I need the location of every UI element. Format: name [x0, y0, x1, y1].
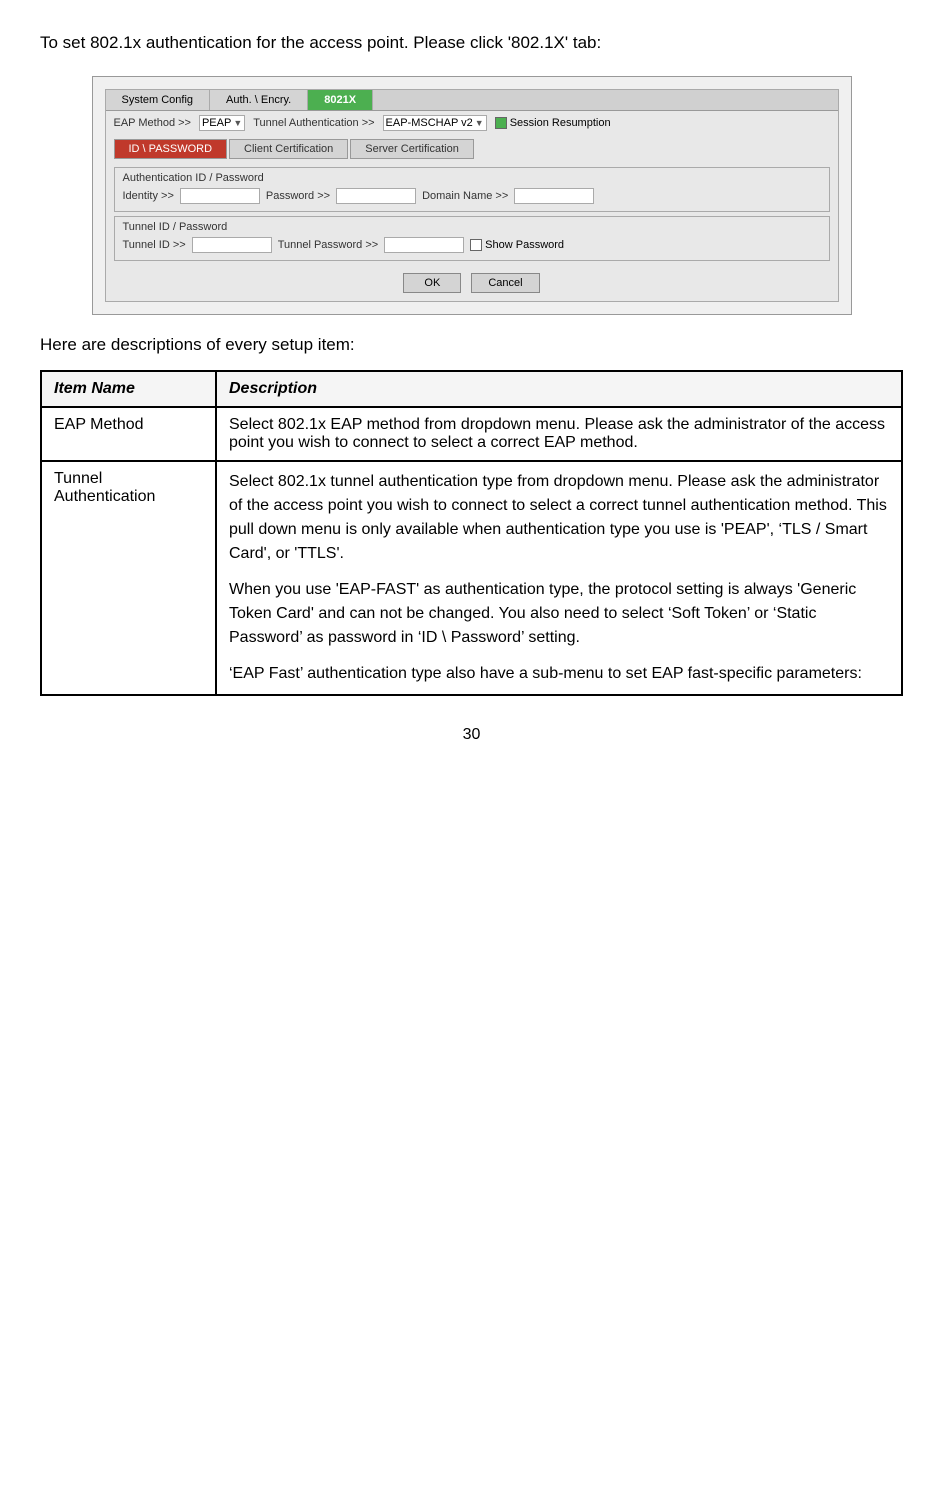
eap-method-arrow: ▼ — [233, 118, 242, 128]
eap-method-value: PEAP — [202, 117, 231, 129]
eap-method-select[interactable]: PEAP ▼ — [199, 115, 245, 131]
here-text: Here are descriptions of every setup ite… — [40, 335, 903, 355]
table-header-name: Item Name — [41, 371, 216, 407]
tab-auth-encry[interactable]: Auth. \ Encry. — [210, 90, 308, 110]
eap-method-desc: Select 802.1x EAP method from dropdown m… — [216, 407, 902, 461]
tunnel-desc-para-1: Select 802.1x tunnel authentication type… — [229, 470, 889, 566]
table-header-desc: Description — [216, 371, 902, 407]
server-cert-tab[interactable]: Server Certification — [350, 139, 474, 159]
tunnel-form-row: Tunnel ID >> Tunnel Password >> Show Pas… — [123, 237, 821, 253]
tunnel-auth-label: Tunnel Authentication >> — [253, 117, 374, 129]
tunnel-auth-desc: Select 802.1x tunnel authentication type… — [216, 461, 902, 695]
auth-section-title: Authentication ID / Password — [123, 172, 821, 184]
show-password-text: Show Password — [485, 239, 564, 251]
password-label: Password >> — [266, 190, 330, 202]
tab-8021x[interactable]: 8021X — [308, 90, 373, 110]
tunnel-section: Tunnel ID / Password Tunnel ID >> Tunnel… — [114, 216, 830, 261]
show-password-checkbox[interactable] — [470, 239, 482, 251]
table-row: EAP Method Select 802.1x EAP method from… — [41, 407, 902, 461]
cancel-button[interactable]: Cancel — [471, 273, 539, 293]
auth-form-row: Identity >> Password >> Domain Name >> — [123, 188, 821, 204]
ok-button[interactable]: OK — [403, 273, 461, 293]
client-cert-tab[interactable]: Client Certification — [229, 139, 348, 159]
description-table: Item Name Description EAP Method Select … — [40, 370, 903, 696]
id-password-tab[interactable]: ID \ PASSWORD — [114, 139, 228, 159]
screenshot-container: System Config Auth. \ Encry. 8021X EAP M… — [92, 76, 852, 315]
dialog-box: System Config Auth. \ Encry. 8021X EAP M… — [105, 89, 839, 302]
identity-input[interactable] — [180, 188, 260, 204]
tunnel-password-label: Tunnel Password >> — [278, 239, 378, 251]
content-tabs-row: ID \ PASSWORD Client Certification Serve… — [106, 135, 838, 163]
domain-input[interactable] — [514, 188, 594, 204]
eap-method-label: EAP Method >> — [114, 117, 191, 129]
dialog-tabs: System Config Auth. \ Encry. 8021X — [106, 90, 838, 111]
session-resumption-label: Session Resumption — [510, 117, 611, 129]
tunnel-section-title: Tunnel ID / Password — [123, 221, 821, 233]
tunnel-auth-name: TunnelAuthentication — [41, 461, 216, 695]
session-resumption-checkbox[interactable] — [495, 117, 507, 129]
tunnel-id-label: Tunnel ID >> — [123, 239, 186, 251]
eap-method-name: EAP Method — [41, 407, 216, 461]
tunnel-password-input[interactable] — [384, 237, 464, 253]
tunnel-id-input[interactable] — [192, 237, 272, 253]
tunnel-auth-select[interactable]: EAP-MSCHAP v2 ▼ — [383, 115, 487, 131]
tab-system-config[interactable]: System Config — [106, 90, 211, 110]
table-row: TunnelAuthentication Select 802.1x tunne… — [41, 461, 902, 695]
tunnel-desc-para-2: When you use 'EAP-FAST' as authenticatio… — [229, 578, 889, 650]
tunnel-desc-para-3: ‘EAP Fast’ authentication type also have… — [229, 662, 889, 686]
session-resumption-checkbox-label[interactable]: Session Resumption — [495, 117, 611, 129]
tunnel-auth-arrow: ▼ — [475, 118, 484, 128]
identity-label: Identity >> — [123, 190, 174, 202]
tunnel-auth-value: EAP-MSCHAP v2 — [386, 117, 473, 129]
show-password-checkbox-label[interactable]: Show Password — [470, 239, 564, 251]
password-input[interactable] — [336, 188, 416, 204]
auth-section: Authentication ID / Password Identity >>… — [114, 167, 830, 212]
dialog-buttons: OK Cancel — [106, 265, 838, 301]
page-number: 30 — [40, 726, 903, 744]
intro-paragraph: To set 802.1x authentication for the acc… — [40, 30, 903, 56]
eap-method-row: EAP Method >> PEAP ▼ Tunnel Authenticati… — [106, 111, 838, 135]
domain-label: Domain Name >> — [422, 190, 508, 202]
